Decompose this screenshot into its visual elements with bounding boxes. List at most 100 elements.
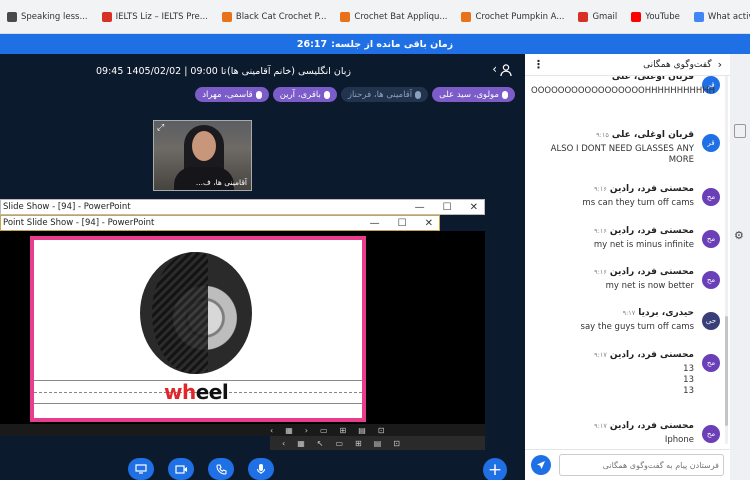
slide-sorter-icon[interactable]: ▦	[285, 426, 293, 435]
avatar: مح	[702, 354, 720, 372]
minimize-icon[interactable]: —	[415, 202, 425, 213]
message-sender: محسنی فرد، رادین۹:۱۷	[594, 421, 694, 431]
message-time: ۹:۱۷	[594, 351, 607, 359]
message-sender: محسنی فرد، رادین۹:۱۶	[594, 184, 694, 194]
window-title: Point Slide Show - [94] - PowerPoint	[3, 218, 155, 228]
message-text: say the guys turn off cams	[580, 322, 694, 332]
bookmark-item[interactable]: What activities can...	[687, 6, 750, 28]
avatar: مح	[702, 425, 720, 443]
bookmark-label: Black Cat Crochet P...	[235, 11, 327, 22]
message-time: ۹:۱۶	[594, 185, 607, 193]
camera-name-label: آقامینی ها، ف...	[195, 178, 247, 187]
chat-input[interactable]	[559, 454, 724, 476]
bookmark-item[interactable]: Black Cat Crochet P...	[215, 6, 334, 28]
next-slide-icon[interactable]: ›	[305, 426, 308, 435]
add-button[interactable]: +	[483, 458, 507, 480]
timer-value: 26:17	[296, 38, 328, 50]
expand-icon[interactable]: ⤢	[157, 123, 164, 133]
maximize-icon[interactable]: ☐	[443, 202, 452, 213]
message-text: Iphone	[664, 435, 694, 444]
presenter-view-icon[interactable]: ⊡	[393, 439, 400, 448]
bookmark-item[interactable]: YouTube	[624, 6, 687, 28]
normal-view-icon[interactable]: ▭	[335, 439, 343, 448]
bookmark-item[interactable]: Gmail	[571, 6, 624, 28]
message-time: ۹:۱۷	[622, 309, 636, 317]
microphone-button[interactable]	[248, 458, 274, 480]
reading-view-icon[interactable]: ▤	[374, 439, 382, 448]
bookmark-item[interactable]: Crochet Pumpkin A...	[454, 6, 571, 28]
chat-scrollbar[interactable]	[725, 76, 728, 444]
chevron-left-icon[interactable]: ‹	[492, 62, 497, 76]
gear-icon[interactable]: ⚙	[734, 229, 744, 242]
participant-name: قاسمی، مهراد	[202, 89, 253, 100]
bookmark-item[interactable]: Crochet Bat Appliqu...	[333, 6, 454, 28]
participant-name: باقری، آرین	[279, 89, 321, 100]
user-icon[interactable]	[499, 63, 513, 77]
chat-message-list[interactable]: قر قربان اوغلی، علی OOOOOOOOOOOOOOOOOHHHHH…	[525, 76, 730, 444]
participant-chip[interactable]: آقامینی ها، فرحناز	[340, 87, 429, 102]
document-icon[interactable]	[734, 124, 746, 138]
bookmark-label: IELTS Liz – IELTS Pre...	[115, 11, 208, 22]
ielts-icon	[101, 11, 112, 22]
chat-composer	[525, 449, 730, 480]
microphone-icon	[255, 90, 262, 99]
chat-message: حی حیدری، بردیا۹:۱۷ say the guys turn off …	[525, 306, 730, 342]
chat-panel: ‹ گفت‌وگوی همگانی ⋮ قر قربان اوغلی، علی OO…	[525, 54, 730, 480]
presenter-view-icon[interactable]: ⊡	[378, 426, 385, 435]
sender-name: قربان اوغلی، علی	[611, 130, 694, 140]
camera-person-face	[192, 131, 216, 161]
message-text: ALSO I DONT NEED GLASSES ANY MORE	[550, 144, 694, 165]
close-icon[interactable]: ✕	[470, 202, 478, 213]
session-timer-bar: زمان باقی مانده از جلسه: 26:17	[0, 34, 750, 54]
chat-title: گفت‌وگوی همگانی	[643, 59, 712, 70]
grid-view-icon[interactable]: ⊞	[355, 439, 362, 448]
grid-view-icon[interactable]: ⊞	[340, 426, 347, 435]
teacher-camera-tile[interactable]: ⤢ آقامینی ها، ف...	[153, 120, 252, 191]
powerpoint-window-front[interactable]: Point Slide Show - [94] - PowerPoint — ☐…	[0, 215, 440, 231]
sender-name: محسنی فرد، رادین	[609, 350, 694, 360]
prev-slide-icon[interactable]: ‹	[282, 439, 285, 448]
microphone-icon	[323, 90, 330, 99]
participant-chip[interactable]: باقری، آرین	[272, 87, 337, 102]
chat-message: مح محسنی فرد، رادین۹:۱۶ my net is now bett…	[525, 265, 730, 301]
screen-share-button[interactable]	[128, 458, 154, 480]
microphone-icon	[256, 464, 266, 474]
bookmark-label: What activities can...	[707, 11, 750, 22]
chat-back-icon[interactable]: ‹	[718, 58, 722, 71]
message-text: ms can they turn off cams	[582, 198, 694, 208]
maximize-icon[interactable]: ☐	[398, 218, 407, 229]
bookmark-item[interactable]: IELTS Liz – IELTS Pre...	[95, 6, 215, 28]
timer-label: زمان باقی مانده از جلسه:	[331, 38, 454, 50]
camera-button[interactable]	[168, 458, 194, 480]
sender-name: قربان اوغلی، علی	[611, 76, 694, 82]
message-text: OOOOOOOOOOOOOOOOOHHHHHHHHHHH	[531, 86, 716, 96]
reading-view-icon[interactable]: ▤	[358, 426, 366, 435]
powerpoint-window-back[interactable]: Slide Show - [94] - PowerPoint — ☐ ✕	[0, 199, 485, 215]
participant-chip[interactable]: مولوی، سید علی	[432, 87, 515, 102]
class-time-range: 09:45 تا 09:00 | 1405/02/02	[96, 66, 227, 77]
phone-icon	[215, 463, 227, 475]
bookmark-label: Crochet Bat Appliqu...	[354, 11, 448, 22]
message-time: ۹:۱۶	[594, 227, 607, 235]
more-options-icon[interactable]: ⋮	[533, 58, 544, 71]
word-red-part: wh	[164, 380, 196, 404]
chat-message: مح محسنی فرد، رادین۹:۱۶ my net is minus in…	[525, 224, 730, 260]
bookmark-item[interactable]: Speaking less...	[0, 6, 95, 28]
message-time: ۹:۱۵	[596, 131, 609, 139]
message-time: ۹:۱۷	[594, 422, 607, 430]
avatar: مح	[702, 188, 720, 206]
prev-slide-icon[interactable]: ‹	[270, 426, 273, 435]
send-icon	[537, 461, 545, 469]
send-button[interactable]	[531, 455, 551, 475]
slide-sorter-icon[interactable]: ▦	[297, 439, 305, 448]
close-icon[interactable]: ✕	[425, 218, 433, 229]
slide-word: wheel	[164, 380, 229, 404]
avatar: حی	[702, 312, 720, 330]
window-title: Slide Show - [94] - PowerPoint	[3, 202, 131, 212]
participant-chip[interactable]: قاسمی، مهراد	[195, 87, 269, 102]
minimize-icon[interactable]: —	[370, 218, 380, 229]
normal-view-icon[interactable]: ▭	[320, 426, 328, 435]
phone-button[interactable]	[208, 458, 234, 480]
sender-name: محسنی فرد، رادین	[609, 184, 694, 194]
doc-icon	[7, 11, 17, 22]
